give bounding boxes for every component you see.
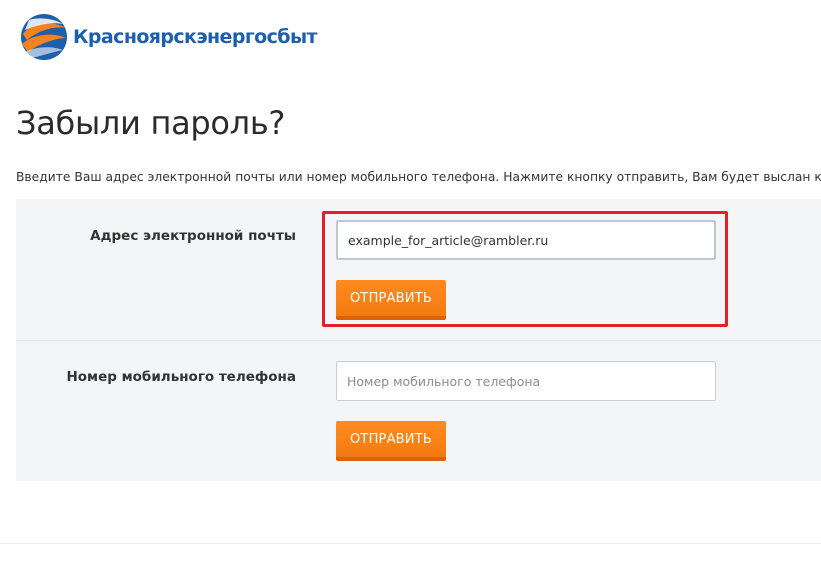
email-submit-button[interactable]: ОТПРАВИТЬ xyxy=(336,280,446,320)
brand-logo[interactable]: Красноярскэнергосбыт xyxy=(19,12,318,62)
page-title: Забыли пароль? xyxy=(16,104,286,142)
email-label: Адрес электронной почты xyxy=(90,228,296,244)
email-input[interactable] xyxy=(336,220,716,260)
section-divider xyxy=(16,340,821,341)
instructions-text: Введите Ваш адрес электронной почты или … xyxy=(16,170,821,184)
phone-label: Номер мобильного телефона xyxy=(66,369,296,385)
phone-submit-button[interactable]: ОТПРАВИТЬ xyxy=(336,421,446,461)
phone-input[interactable] xyxy=(336,361,716,401)
page: Красноярскэнергосбыт Забыли пароль? Введ… xyxy=(0,0,821,584)
brand-name: Красноярскэнергосбыт xyxy=(73,25,318,48)
globe-swirl-logo-icon xyxy=(21,14,67,60)
footer-divider xyxy=(0,543,821,544)
recovery-form-panel: Адрес электронной почты ОТПРАВИТЬ Номер … xyxy=(16,199,821,481)
